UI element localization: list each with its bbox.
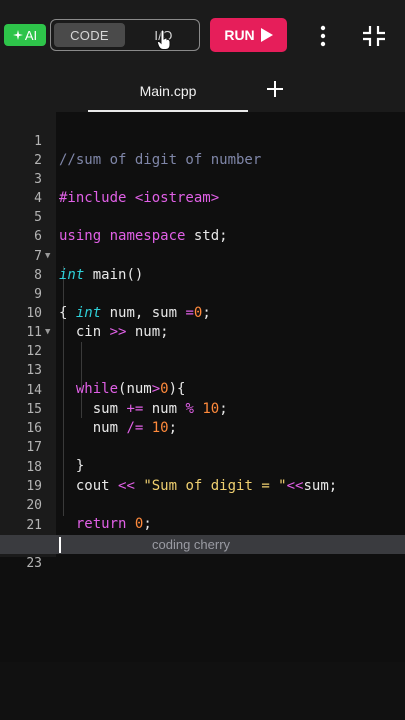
code-line[interactable]: 8 ▼ { (0, 247, 405, 321)
code-line[interactable]: 9 int num, sum =0; (0, 266, 405, 321)
code-line[interactable]: 17 } (0, 419, 405, 474)
code-line[interactable]: 1 //sum of digit of number (0, 113, 405, 168)
code-line[interactable]: 13 (0, 342, 405, 378)
code-line[interactable]: 12 ▼ while(num>0){ (0, 323, 405, 397)
code-line[interactable]: 19 (0, 458, 405, 494)
code-io-toggle[interactable]: CODE I/O (50, 19, 200, 51)
code-line[interactable]: 21 } (0, 497, 405, 552)
more-vertical-icon[interactable] (314, 24, 332, 48)
bottom-area (0, 662, 405, 720)
ai-button[interactable]: AI (4, 24, 46, 46)
play-icon (260, 28, 273, 42)
top-toolbar: AI CODE I/O RUN (0, 0, 405, 70)
code-line[interactable]: 20 return 0; (0, 477, 405, 532)
hand-cursor-icon (157, 30, 171, 50)
tab-label: Main.cpp (139, 83, 197, 99)
fold-chevron-icon[interactable]: ▼ (45, 247, 50, 266)
code-line[interactable]: 6 (0, 208, 405, 244)
code-line[interactable]: 15 num /= 10; (0, 381, 405, 436)
code-line[interactable]: 2 (0, 132, 405, 168)
collapse-icon[interactable] (363, 26, 385, 46)
line-number: 23 (26, 556, 42, 571)
code-line[interactable]: 3 #include <iostream> (0, 151, 405, 206)
watermark: coding cherry (152, 537, 231, 552)
file-tabs: Main.cpp (0, 70, 405, 112)
ai-label: AI (24, 27, 38, 43)
text-caret (59, 537, 61, 553)
run-button[interactable]: RUN (210, 18, 287, 52)
code-line[interactable]: 11 (0, 304, 405, 340)
code-label: CODE (70, 27, 109, 43)
code-tab[interactable]: CODE (54, 23, 125, 47)
code-line[interactable]: 10 cin >> num; (0, 285, 405, 340)
code-line[interactable]: 22 (0, 516, 405, 552)
code-line[interactable]: 14 sum += num % 10; (0, 362, 405, 417)
code-line[interactable]: 4 (0, 170, 405, 206)
code-line[interactable]: 16 (0, 400, 405, 436)
fold-chevron-icon[interactable]: ▼ (45, 323, 50, 342)
code-line[interactable]: 5 using namespace std; (0, 189, 405, 244)
code-line[interactable]: 7 int main() (0, 228, 405, 283)
current-line[interactable]: 23 coding cherry (0, 535, 405, 571)
tab-main-cpp[interactable]: Main.cpp (88, 70, 248, 112)
run-label: RUN (224, 27, 255, 43)
code-line[interactable]: 18 cout << "Sum of digit = "<<sum; (0, 439, 405, 494)
sparkle-icon (12, 30, 23, 40)
plus-icon[interactable] (265, 79, 285, 99)
